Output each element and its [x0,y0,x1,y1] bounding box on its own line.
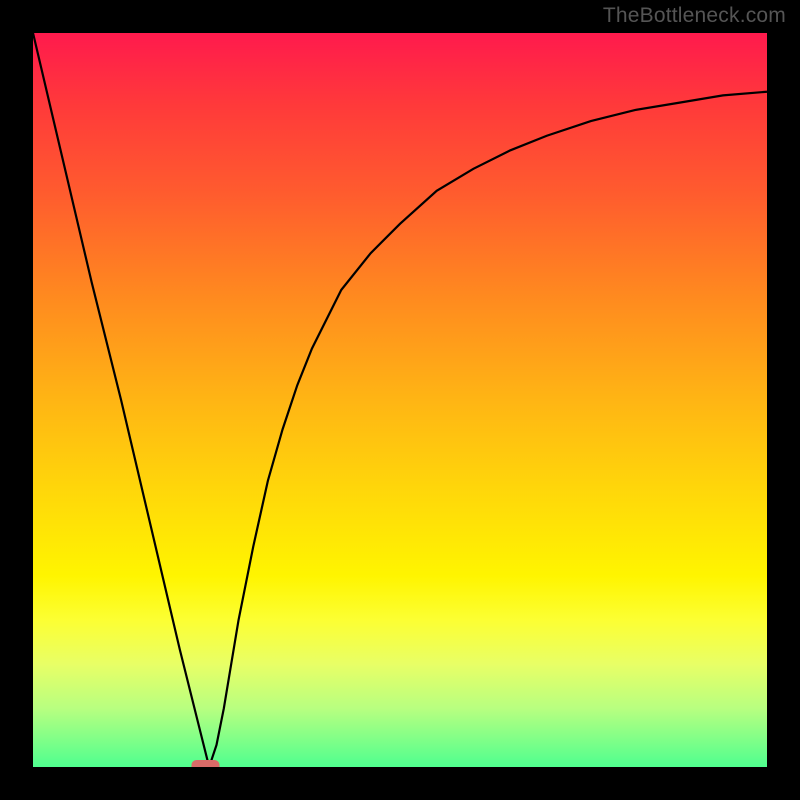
plot-area [33,33,767,767]
watermark-text: TheBottleneck.com [603,4,786,28]
chart-frame: TheBottleneck.com [0,0,800,800]
bottleneck-curve [33,33,767,767]
optimal-point-marker [191,760,219,767]
chart-svg [33,33,767,767]
